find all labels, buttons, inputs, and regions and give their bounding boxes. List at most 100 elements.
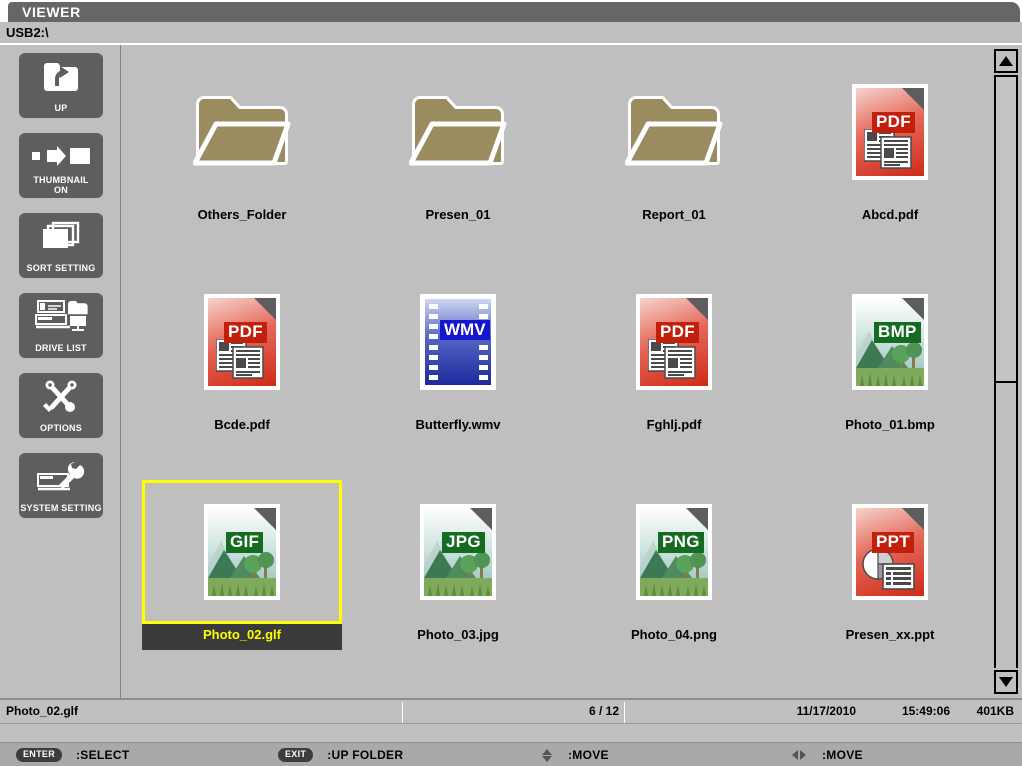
status-divider [624,702,625,723]
file-name-label: Abcd.pdf [861,207,919,222]
page-fold-corner [470,508,492,530]
folder-icon [574,60,774,204]
file-item[interactable]: PDF Abcd.pdf [790,60,990,230]
file-item[interactable]: BMP Photo_01.bmp [790,270,990,440]
document-glyph: PDF [852,84,928,180]
file-item[interactable]: Report_01 [574,60,774,230]
help-hint: :MOVE [790,743,863,766]
sidebar-button-sort-setting[interactable]: SORT SETTING [19,213,103,278]
file-name-label: Butterfly.wmv [415,417,501,432]
file-type-badge: PPT [872,532,914,553]
vertical-scrollbar[interactable] [987,45,1022,698]
file-name-label: Report_01 [642,207,706,222]
file-name-label: Presen_xx.ppt [845,627,935,642]
file-item[interactable]: PDF Bcde.pdf [142,270,342,440]
file-item[interactable]: PPT Presen_xx.ppt [790,480,990,650]
image-file-icon: JPG [358,480,558,624]
sidebar-button-label: THUMBNAIL ON [33,175,89,195]
document-glyph: GIF [204,504,280,600]
sidebar-button-label: SORT SETTING [26,263,96,273]
sidebar-button-thumbnail-on[interactable]: THUMBNAIL ON [19,133,103,198]
status-time: 15:49:06 [901,704,950,718]
drive-list-icon [19,300,103,332]
document-glyph: PDF [204,294,280,390]
document-glyph: PPT [852,504,928,600]
file-item[interactable]: PNG Photo_04.png [574,480,774,650]
file-item[interactable]: GIF Photo_02.glf [142,480,342,650]
scrollbar-thumb[interactable] [994,75,1018,384]
file-type-badge: BMP [874,322,921,343]
file-name-label: Photo_02.glf [142,624,342,650]
status-filename: Photo_02.glf [6,704,79,718]
status-bar: Photo_02.glf 6 / 12 11/17/2010 15:49:06 … [0,698,1022,724]
sidebar-button-label: SYSTEM SETTING [20,503,102,513]
film-strip-body [425,299,491,385]
file-name-label: Photo_01.bmp [845,417,935,432]
folder-up-icon [19,60,103,92]
image-file-icon: GIF [142,480,342,624]
help-hint-label: :UP FOLDER [327,748,404,762]
status-divider [402,702,403,723]
page-fold-corner [254,298,276,320]
path-bar: USB2:\ [0,22,1022,44]
status-counter: 6 / 12 [588,704,619,718]
sprocket-holes-right [477,299,489,385]
file-name-label: Others_Folder [197,207,287,222]
current-path: USB2:\ [6,25,49,40]
thumbnail-toggle-icon [19,140,103,172]
image-file-icon: BMP [790,270,990,414]
file-type-badge: PDF [872,112,915,133]
help-hint: ENTER:SELECT [16,743,129,766]
key-exit-icon: EXIT [278,748,314,762]
page-fold-corner [902,508,924,530]
tools-icon [19,380,103,412]
content-area: UP THUMBNAIL ON SORT SETTING DRIVE LIST OPTIO… [0,45,1022,698]
sidebar-button-label: DRIVE LIST [35,343,87,353]
sidebar: UP THUMBNAIL ON SORT SETTING DRIVE LIST OPTIO… [0,45,121,698]
sidebar-button-label: UP [54,103,68,113]
file-item[interactable]: Others_Folder [142,60,342,230]
file-name-label: Photo_04.png [631,627,717,642]
file-name-label: Presen_01 [425,207,491,222]
document-glyph: PDF [636,294,712,390]
file-item[interactable]: PDF Fghlj.pdf [574,270,774,440]
folder-icon [358,60,558,204]
page-fold-corner [902,298,924,320]
file-type-badge: PNG [658,532,704,553]
sidebar-button-drive-list[interactable]: DRIVE LIST [19,293,103,358]
folder-glyph [193,90,291,174]
video-file-icon: WMV [358,270,558,414]
title-bar: VIEWER [8,2,1020,22]
sidebar-button-system-setting[interactable]: SYSTEM SETTING [19,453,103,518]
sidebar-button-up[interactable]: UP [19,53,103,118]
scroll-down-button[interactable] [994,670,1018,694]
page-fold-corner [686,298,708,320]
file-name-label: Photo_03.jpg [417,627,499,642]
ppt-file-icon: PPT [790,480,990,624]
document-glyph: PNG [636,504,712,600]
image-file-icon: PNG [574,480,774,624]
file-item[interactable]: Presen_01 [358,60,558,230]
sidebar-button-options[interactable]: OPTIONS [19,373,103,438]
file-grid: Others_Folder Presen_01 Report_01 PDF Abcd.p… [121,45,987,698]
help-bar: ENTER:SELECT EXIT:UP FOLDER:MOVE:MOVE [0,742,1022,766]
stacked-pages-icon [19,220,103,252]
folder-icon [142,60,342,204]
document-glyph: JPG [420,504,496,600]
folder-glyph [409,90,507,174]
file-item[interactable]: JPG Photo_03.jpg [358,480,558,650]
sidebar-button-label: OPTIONS [40,423,82,433]
pdf-file-icon: PDF [790,60,990,204]
file-type-badge: PDF [224,322,267,343]
document-glyph: BMP [852,294,928,390]
pdf-file-icon: PDF [142,270,342,414]
scroll-up-button[interactable] [994,49,1018,73]
page-fold-corner [686,508,708,530]
file-type-badge: WMV [440,320,490,340]
status-date: 11/17/2010 [796,704,856,718]
page-fold-corner [254,508,276,530]
file-item[interactable]: WMV Butterfly.wmv [358,270,558,440]
window-title: VIEWER [22,4,81,20]
film-strip-glyph: WMV [420,294,496,390]
help-hint-label: :MOVE [822,748,863,762]
